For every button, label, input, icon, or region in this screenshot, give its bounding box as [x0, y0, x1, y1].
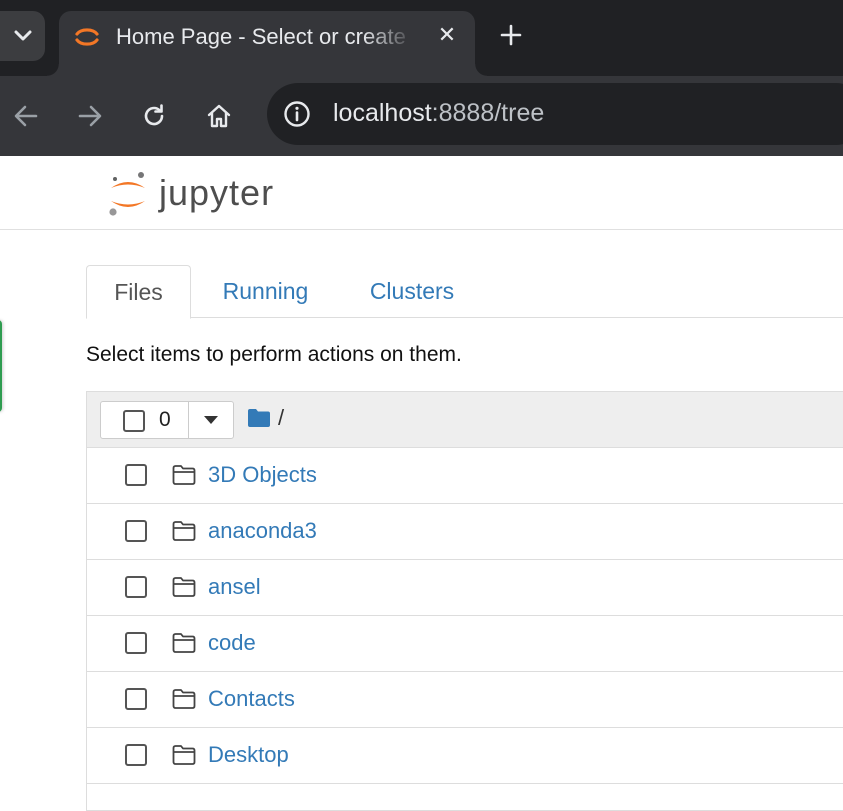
browser-tab-active[interactable]: Home Page - Select or create ✕ — [47, 11, 487, 76]
folder-icon — [172, 633, 196, 653]
home-icon — [207, 104, 231, 128]
forward-button[interactable] — [70, 96, 110, 136]
list-item: Contacts — [87, 672, 843, 728]
item-checkbox[interactable] — [125, 576, 147, 598]
jupyter-logo[interactable]: jupyter — [107, 168, 307, 220]
item-link[interactable]: anaconda3 — [208, 518, 317, 544]
browser-tab-strip: Home Page - Select or create ✕ — [0, 0, 843, 76]
tab-clusters[interactable]: Clusters — [344, 265, 480, 318]
folder-icon — [172, 577, 196, 597]
caret-down-icon — [204, 416, 218, 424]
list-item: Desktop — [87, 728, 843, 784]
folder-icon — [172, 745, 196, 765]
item-checkbox[interactable] — [125, 688, 147, 710]
new-tab-button[interactable] — [494, 18, 528, 52]
file-list: 0 / 3D Objects anaconda3 ansel code Cont… — [86, 391, 843, 811]
jupyter-tabs: Files Running Clusters — [86, 265, 843, 319]
select-all-checkbox[interactable] — [123, 410, 145, 432]
browser-toolbar: localhost:8888/tree — [0, 76, 843, 156]
side-panel-edge — [0, 320, 2, 412]
item-link[interactable]: code — [208, 630, 256, 656]
folder-icon — [172, 465, 196, 485]
folder-icon — [172, 689, 196, 709]
home-button[interactable] — [199, 96, 239, 136]
tab-running[interactable]: Running — [198, 265, 333, 318]
url-host: localhost — [333, 99, 432, 127]
tab-search-button[interactable] — [0, 11, 45, 61]
list-item: anaconda3 — [87, 504, 843, 560]
tab-close-icon[interactable]: ✕ — [433, 21, 461, 49]
item-checkbox[interactable] — [125, 520, 147, 542]
item-checkbox[interactable] — [125, 744, 147, 766]
list-item: ansel — [87, 560, 843, 616]
item-link[interactable]: Contacts — [208, 686, 295, 712]
selected-count: 0 — [159, 408, 171, 431]
plus-icon — [500, 24, 522, 46]
list-item: code — [87, 616, 843, 672]
item-link[interactable]: ansel — [208, 574, 261, 600]
browser-tab-title: Home Page - Select or create — [116, 24, 406, 49]
back-button[interactable] — [6, 96, 46, 136]
info-icon[interactable] — [282, 99, 312, 129]
jupyter-page: jupyter Files Running Clusters Select it… — [0, 156, 843, 811]
arrow-right-icon — [78, 105, 102, 127]
url-path: :8888/tree — [431, 99, 545, 127]
item-checkbox[interactable] — [125, 632, 147, 654]
jupyter-logo-text: jupyter — [159, 172, 275, 213]
select-menu-button[interactable] — [189, 402, 233, 438]
reload-icon — [144, 104, 164, 126]
folder-icon[interactable] — [247, 408, 271, 428]
item-checkbox[interactable] — [125, 464, 147, 486]
file-list-header: 0 / — [87, 392, 843, 448]
jupyter-header: jupyter — [0, 156, 843, 230]
breadcrumb-root[interactable]: / — [278, 405, 284, 431]
selection-hint: Select items to perform actions on them. — [86, 343, 462, 366]
item-link[interactable]: 3D Objects — [208, 462, 317, 488]
folder-icon — [172, 521, 196, 541]
list-item: 3D Objects — [87, 448, 843, 504]
jupyter-favicon-icon — [75, 28, 99, 46]
reload-button[interactable] — [134, 96, 174, 136]
address-bar[interactable]: localhost:8888/tree — [267, 83, 843, 145]
item-link[interactable]: Desktop — [208, 742, 289, 768]
jupyter-logo-icon — [109, 172, 145, 216]
tab-files[interactable]: Files — [86, 265, 191, 319]
arrow-left-icon — [14, 105, 38, 127]
url-text: localhost:8888/tree — [333, 99, 544, 128]
select-all-group: 0 — [100, 401, 234, 439]
chevron-down-icon — [14, 30, 31, 41]
